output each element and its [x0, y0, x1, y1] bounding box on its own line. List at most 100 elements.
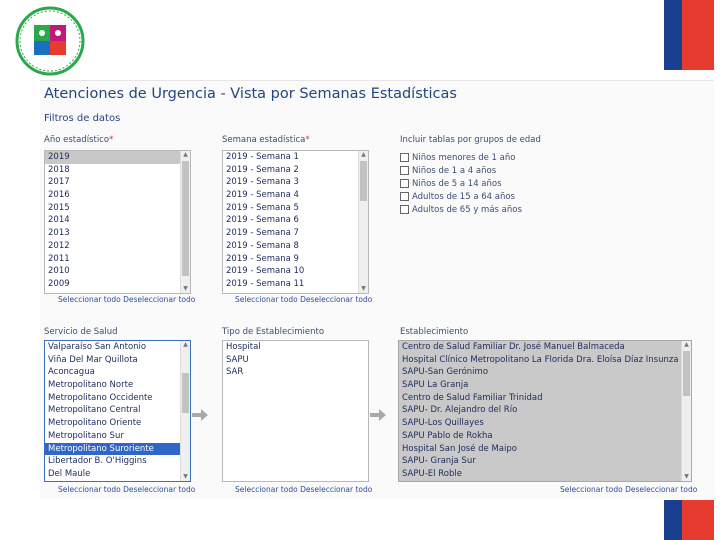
week-option[interactable]: 2019 - Semana 9: [223, 253, 368, 266]
establishment-type-option[interactable]: SAR: [223, 366, 368, 379]
establishment-option[interactable]: SAPU La Granja: [399, 379, 691, 392]
year-option[interactable]: 2009: [45, 278, 190, 291]
checkbox-icon[interactable]: [400, 166, 409, 175]
service-deselect-all-link[interactable]: Deseleccionar todo: [123, 485, 195, 494]
establishment-option[interactable]: Hospital Clínico Metropolitano La Florid…: [399, 354, 691, 367]
week-listbox[interactable]: 2019 - Semana 1 2019 - Semana 2 2019 - Sem…: [222, 150, 369, 294]
year-option[interactable]: 2014: [45, 214, 190, 227]
year-scrollbar[interactable]: ▲ ▼: [180, 151, 190, 293]
service-option[interactable]: Metropolitano Central: [45, 404, 190, 417]
age-group-checkbox[interactable]: Niños de 1 a 4 años: [400, 165, 496, 178]
service-option[interactable]: Libertador B. O'Higgins: [45, 455, 190, 468]
establishment-type-deselect-all-link[interactable]: Deseleccionar todo: [300, 485, 372, 494]
week-option[interactable]: 2019 - Semana 4: [223, 189, 368, 202]
establishment-type-option[interactable]: Hospital: [223, 341, 368, 354]
establishment-option[interactable]: SAPU- Granja Sur: [399, 455, 691, 468]
filters-heading: Filtros de datos: [44, 113, 121, 124]
year-listbox[interactable]: 2019 2018 2017 2016 2015 2014 2013 2012 2011 2010…: [44, 150, 191, 294]
establishment-scrollbar[interactable]: ▲ ▼: [681, 341, 691, 481]
service-option[interactable]: Metropolitano Occidente: [45, 392, 190, 405]
year-option[interactable]: 2013: [45, 227, 190, 240]
establishment-option[interactable]: SAPU-El Roble: [399, 468, 691, 481]
week-scrollbar[interactable]: ▲ ▼: [358, 151, 368, 293]
service-select-all-link[interactable]: Seleccionar todo: [58, 485, 121, 494]
year-option[interactable]: 2018: [45, 164, 190, 177]
service-option[interactable]: Ñuble: [45, 481, 190, 482]
page-title: Atenciones de Urgencia - Vista por Seman…: [44, 86, 457, 102]
checkbox-icon[interactable]: [400, 192, 409, 201]
service-option[interactable]: Metropolitano Suroriente: [45, 442, 190, 456]
ministry-logo: [15, 6, 85, 76]
establishment-option[interactable]: SAPU-San Gerónimo: [399, 366, 691, 379]
age-group-checkbox[interactable]: Adultos de 15 a 64 años: [400, 191, 515, 204]
age-group-checkbox[interactable]: Niños menores de 1 año: [400, 152, 515, 165]
week-option[interactable]: 2019 - Semana 5: [223, 202, 368, 215]
week-option[interactable]: 2019 - Semana 3: [223, 176, 368, 189]
establishment-links: Seleccionar todo Deseleccionar todo: [560, 485, 697, 494]
service-label: Servicio de Salud: [44, 327, 118, 337]
service-option[interactable]: Metropolitano Sur: [45, 430, 190, 443]
age-group-label: Niños menores de 1 año: [412, 153, 516, 163]
establishment-type-listbox[interactable]: Hospital SAPU SAR: [222, 340, 369, 482]
week-option[interactable]: 2019 - Semana 8: [223, 240, 368, 253]
establishment-label: Establecimiento: [400, 327, 469, 337]
age-group-label: Adultos de 15 a 64 años: [412, 192, 515, 202]
age-groups-label: Incluir tablas por grupos de edad: [400, 135, 541, 145]
age-group-checkbox[interactable]: Niños de 5 a 14 años: [400, 178, 502, 191]
week-label: Semana estadística*: [222, 135, 310, 145]
establishment-option[interactable]: Hospital San José de Maipo: [399, 443, 691, 456]
year-label: Año estadístico*: [44, 135, 114, 145]
week-option[interactable]: 2019 - Semana 11: [223, 278, 368, 291]
year-links: Seleccionar todo Deseleccionar todo: [58, 295, 195, 304]
establishment-option[interactable]: SAPU-Los Quillayes: [399, 417, 691, 430]
week-option[interactable]: 2019 - Semana 10: [223, 265, 368, 278]
service-option[interactable]: Viña Del Mar Quillota: [45, 354, 190, 367]
service-option[interactable]: Del Maule: [45, 468, 190, 481]
service-links: Seleccionar todo Deseleccionar todo: [58, 485, 195, 494]
year-select-all-link[interactable]: Seleccionar todo: [58, 295, 121, 304]
year-option[interactable]: 2019: [45, 151, 190, 164]
year-option[interactable]: 2011: [45, 253, 190, 266]
week-option[interactable]: 2019 - Semana 1: [223, 151, 368, 164]
week-option[interactable]: 2019 - Semana 7: [223, 227, 368, 240]
establishment-deselect-all-link[interactable]: Deseleccionar todo: [625, 485, 697, 494]
age-group-label: Adultos de 65 y más años: [412, 205, 522, 215]
year-option[interactable]: 2016: [45, 189, 190, 202]
year-option[interactable]: 2017: [45, 176, 190, 189]
year-option[interactable]: 2012: [45, 240, 190, 253]
arrow-right-icon: [370, 409, 386, 421]
checkbox-icon[interactable]: [400, 179, 409, 188]
establishment-type-select-all-link[interactable]: Seleccionar todo: [235, 485, 298, 494]
establishment-type-links: Seleccionar todo Deseleccionar todo: [235, 485, 372, 494]
age-group-checkbox[interactable]: Adultos de 65 y más años: [400, 204, 522, 217]
service-option[interactable]: Valparaíso San Antonio: [45, 341, 190, 354]
service-option[interactable]: Metropolitano Norte: [45, 379, 190, 392]
year-option[interactable]: 2010: [45, 265, 190, 278]
year-option[interactable]: 2015: [45, 202, 190, 215]
week-links: Seleccionar todo Deseleccionar todo: [235, 295, 372, 304]
service-scrollbar[interactable]: ▲ ▼: [180, 341, 190, 481]
establishment-option[interactable]: Centro de Salud Familiar Trinidad: [399, 392, 691, 405]
flag-corner-top: [664, 0, 714, 70]
establishment-option[interactable]: SAPU- Dr. Alejandro del Río: [399, 404, 691, 417]
week-option[interactable]: 2019 - Semana 6: [223, 214, 368, 227]
service-listbox[interactable]: Valparaíso San Antonio Viña Del Mar Quill…: [44, 340, 191, 482]
age-group-label: Niños de 5 a 14 años: [412, 179, 502, 189]
year-deselect-all-link[interactable]: Deseleccionar todo: [123, 295, 195, 304]
checkbox-icon[interactable]: [400, 153, 409, 162]
establishment-type-option[interactable]: SAPU: [223, 354, 368, 367]
age-group-label: Niños de 1 a 4 años: [412, 166, 497, 176]
week-deselect-all-link[interactable]: Deseleccionar todo: [300, 295, 372, 304]
establishment-option[interactable]: Centro de Salud Familiar Dr. José Manuel…: [399, 341, 691, 354]
establishment-select-all-link[interactable]: Seleccionar todo: [560, 485, 623, 494]
week-option[interactable]: 2019 - Semana 2: [223, 164, 368, 177]
service-option[interactable]: Aconcagua: [45, 366, 190, 379]
week-select-all-link[interactable]: Seleccionar todo: [235, 295, 298, 304]
arrow-right-icon: [192, 409, 208, 421]
establishment-type-label: Tipo de Establecimiento: [222, 327, 325, 337]
checkbox-icon[interactable]: [400, 205, 409, 214]
service-option[interactable]: Metropolitano Oriente: [45, 417, 190, 430]
establishment-listbox[interactable]: Centro de Salud Familiar Dr. José Manuel…: [398, 340, 692, 482]
flag-corner-bottom: [664, 500, 714, 540]
establishment-option[interactable]: SAPU Pablo de Rokha: [399, 430, 691, 443]
